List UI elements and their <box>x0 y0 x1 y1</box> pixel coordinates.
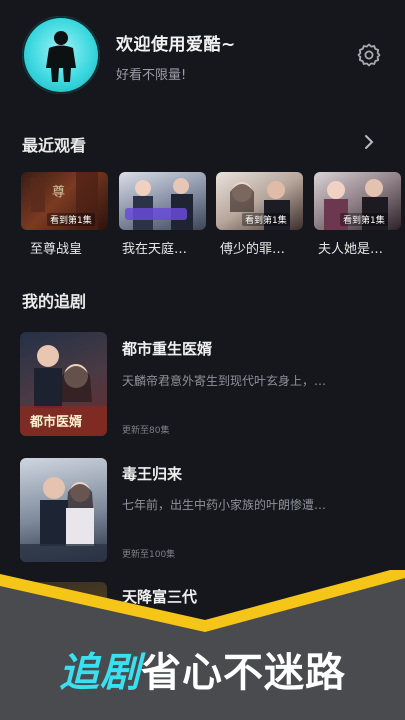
promo-slogan: 追剧省心不迷路 <box>0 640 405 698</box>
recent-card-4[interactable]: 看到第1集 <box>314 172 401 230</box>
greeting-subtitle: 好看不限量! <box>116 68 187 83</box>
following-section-title: 我的追剧 <box>22 292 87 311</box>
watch-progress-tag: 看到第1集 <box>340 213 388 226</box>
poster-image: 都市医婿 <box>20 345 107 436</box>
recent-item-title[interactable]: 至尊战皇 <box>30 238 122 257</box>
drama-update-status: 更新至80集 <box>122 426 170 436</box>
drama-title[interactable]: 都市重生医婿 <box>122 338 212 359</box>
drama-description: 天麟帝君意外寄生到现代叶玄身上，… <box>122 374 327 388</box>
watch-progress-tag: 看到第1集 <box>47 213 95 226</box>
poster-image <box>20 477 107 562</box>
recent-item-title[interactable]: 傅少的罪… <box>220 238 312 257</box>
user-avatar-icon[interactable] <box>22 16 100 94</box>
recent-section-title: 最近观看 <box>22 136 87 155</box>
app-screen: 欢迎使用爱酷~ 好看不限量! 最近观看 尊 看到第1集 至尊战皇 我在天庭… 看… <box>0 0 405 720</box>
recent-card-1[interactable]: 尊 看到第1集 <box>21 172 108 230</box>
chevron-right-icon[interactable] <box>362 133 376 151</box>
drama-title[interactable]: 毒王归来 <box>122 463 182 484</box>
svg-text:尊: 尊 <box>52 184 65 200</box>
greeting-text: 欢迎使用爱酷~ <box>116 35 236 55</box>
recent-item-title[interactable]: 夫人她是… <box>318 238 405 257</box>
slogan-text: 省心不迷路 <box>141 650 346 696</box>
drama-update-status: 更新至100集 <box>122 550 176 560</box>
drama-poster[interactable] <box>20 458 107 562</box>
svg-text:都市医婿: 都市医婿 <box>29 414 83 430</box>
recent-card-3[interactable]: 看到第1集 <box>216 172 303 230</box>
drama-description: 七年前，出生中药小家族的叶朗惨遭… <box>122 498 327 512</box>
poster-image <box>125 178 193 230</box>
drama-poster[interactable]: 都市医婿 <box>20 332 107 436</box>
recent-card-2[interactable] <box>119 172 206 230</box>
slogan-highlight: 追剧 <box>59 650 141 696</box>
recent-item-title[interactable]: 我在天庭… <box>122 238 214 257</box>
gear-icon[interactable] <box>356 42 382 68</box>
watch-progress-tag: 看到第1集 <box>242 213 290 226</box>
